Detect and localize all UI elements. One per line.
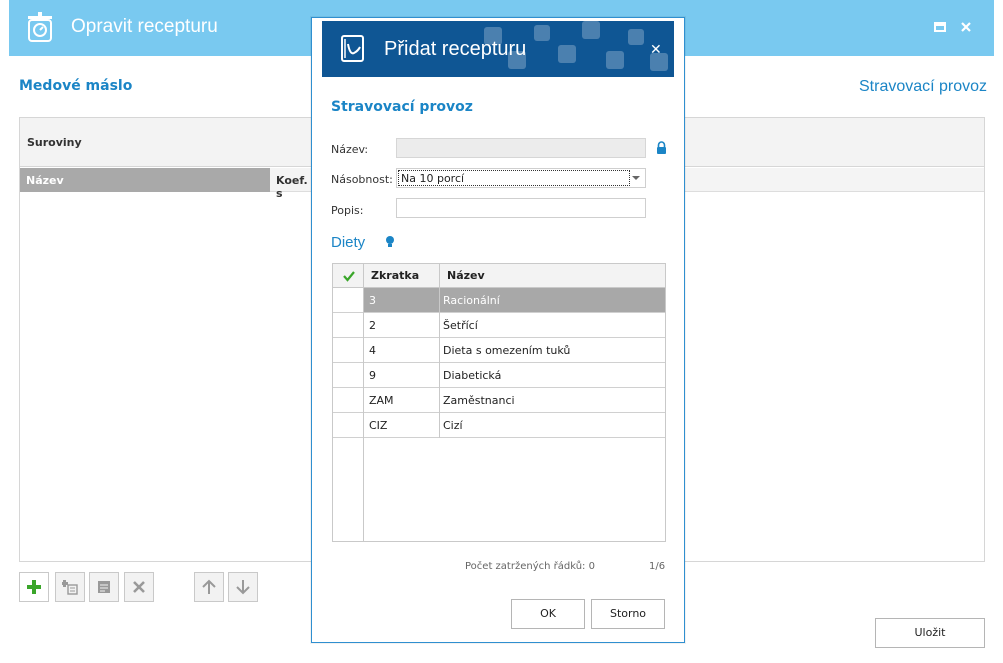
nasobnost-value: Na 10 porcí [398,170,630,186]
add-recipe-dialog: Přidat recepturu ✕ Stravovací provoz Náz… [311,17,685,643]
save-button[interactable]: Uložit [875,618,985,648]
cell-zkratka: 9 [369,369,376,382]
provoz-link[interactable]: Stravovací provoz [859,78,987,96]
table-row[interactable]: ZAM Zaměstnanci [333,388,665,413]
delete-button[interactable] [124,572,154,602]
cell-nazev: Zaměstnanci [443,394,515,407]
dialog-header: Přidat recepturu ✕ [322,21,674,77]
row-checkbox[interactable] [333,413,363,437]
edit-button[interactable] [89,572,119,602]
column-header-filler [685,168,984,192]
dialog-subtitle: Stravovací provoz [331,99,473,115]
table-row[interactable]: 3 Racionální [333,288,665,313]
diets-grid-header: Zkratka Název [333,264,665,288]
recipe-book-icon [341,35,364,62]
row-checkbox[interactable] [333,388,363,412]
move-down-button[interactable] [228,572,258,602]
chevron-down-icon[interactable] [632,176,640,180]
column-header-nazev[interactable]: Název [447,269,485,282]
window-title: Opravit recepturu [71,16,218,37]
ok-button[interactable]: OK [511,599,585,629]
checked-count: Počet zatržených řádků: 0 [465,561,595,572]
move-up-button[interactable] [194,572,224,602]
row-checkbox[interactable] [333,338,363,362]
table-row[interactable]: CIZ Cizí [333,413,665,438]
lightbulb-icon[interactable] [385,235,395,249]
diets-grid: Zkratka Název 3 Racionální 2 Šetřící 4 Dieta … [332,263,666,542]
close-icon[interactable] [959,20,973,34]
cell-zkratka: 2 [369,319,376,332]
cell-zkratka: CIZ [369,419,388,432]
ingredients-panel-title: Suroviny [27,136,82,149]
cell-nazev: Racionální [443,294,500,307]
cell-zkratka: ZAM [369,394,394,407]
cell-zkratka: 3 [369,294,376,307]
maximize-icon[interactable] [933,20,947,34]
dialog-close-icon[interactable]: ✕ [650,42,662,58]
grid-divider [439,264,440,438]
arrow-down-icon [236,580,250,595]
check-icon[interactable] [343,270,355,282]
popis-field[interactable] [396,198,646,218]
dialog-title: Přidat recepturu [384,38,527,60]
row-checkbox[interactable] [333,363,363,387]
scale-icon [28,12,52,42]
delete-icon [133,581,145,593]
add-subitem-button[interactable] [55,572,85,602]
pager: 1/6 [649,561,666,572]
arrow-up-icon [202,579,216,594]
table-row[interactable]: 9 Diabetická [333,363,665,388]
popis-label: Popis: [331,204,364,217]
nasobnost-label: Násobnost: [331,173,393,186]
table-row[interactable]: 2 Šetřící [333,313,665,338]
nazev-field [396,138,646,158]
grid-divider [363,264,364,541]
row-checkbox[interactable] [333,313,363,337]
column-header-name[interactable]: Název [20,168,270,192]
document-icon [98,581,110,593]
column-header-zkratka[interactable]: Zkratka [371,269,419,282]
row-checkbox[interactable] [333,288,363,312]
nasobnost-select[interactable]: Na 10 porcí [396,168,646,188]
cell-nazev: Dieta s omezením tuků [443,344,571,357]
cell-nazev: Diabetická [443,369,502,382]
cancel-button[interactable]: Storno [591,599,665,629]
add-subitem-icon [62,580,78,595]
recipe-name: Medové máslo [19,78,133,94]
cell-nazev: Cizí [443,419,463,432]
plus-icon [27,580,41,594]
diets-title: Diety [331,234,366,251]
table-row[interactable]: 4 Dieta s omezením tuků [333,338,665,363]
cell-zkratka: 4 [369,344,376,357]
cell-nazev: Šetřící [443,319,478,332]
nazev-label: Název: [331,143,369,156]
add-button[interactable] [19,572,49,602]
lock-icon [657,141,666,154]
